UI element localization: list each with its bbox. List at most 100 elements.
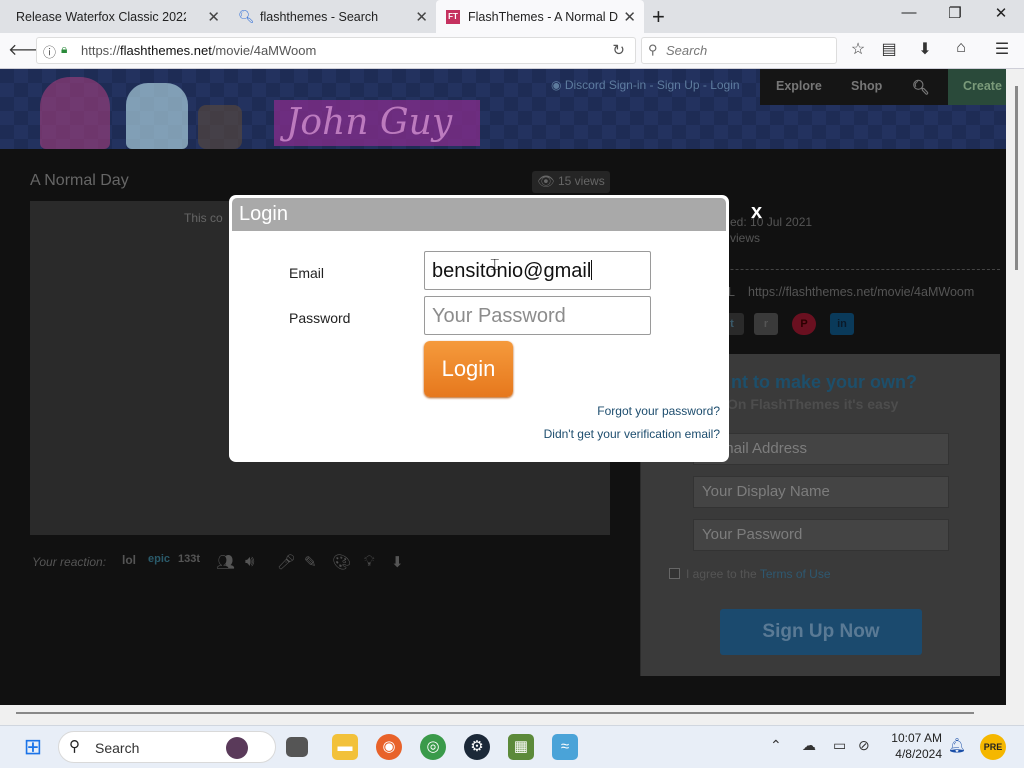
waterfox-icon[interactable]: ≈: [552, 734, 578, 760]
agree-text: I agree to the: [686, 567, 760, 581]
signup-subheading: On FlashThemes it's easy: [727, 396, 899, 412]
task-view-icon[interactable]: [286, 737, 308, 757]
agree-terms: I agree to the Terms of Use: [669, 567, 831, 581]
brush-icon[interactable]: ✎: [304, 553, 317, 571]
reaction-label: Your reaction:: [32, 555, 107, 569]
palette-icon[interactable]: 🎨︎: [332, 553, 351, 571]
new-tab-button[interactable]: +: [652, 4, 665, 30]
url-prefix: https://: [81, 43, 121, 58]
modal-close-button[interactable]: x: [751, 201, 762, 224]
close-icon[interactable]: ✕: [415, 8, 428, 26]
file-explorer-icon[interactable]: ▬: [332, 734, 358, 760]
close-icon[interactable]: ✕: [623, 8, 636, 26]
signup-email-field[interactable]: r Email Address: [693, 433, 949, 465]
signin-links[interactable]: ◉ Discord Sign-in - Sign Up - Login: [551, 78, 740, 92]
reddit-icon[interactable]: r: [754, 313, 778, 335]
reaction-leet[interactable]: 133t: [178, 553, 200, 565]
tab-flashthemes-search[interactable]: 🔍︎ flashthemes - Search ✕: [228, 0, 436, 33]
banner-title: John Guy: [274, 100, 480, 146]
reaction-epic[interactable]: epic: [148, 553, 170, 565]
horizontal-scroll-thumb[interactable]: [16, 712, 974, 714]
taskbar-clock[interactable]: 10:07 AM 4/8/2024: [882, 730, 942, 762]
password-label: Password: [289, 310, 351, 326]
back-arrow-icon[interactable]: 🡐: [8, 39, 51, 60]
url-text: https://flashthemes.net/movie/4aMWoom: [81, 43, 316, 58]
agree-checkbox[interactable]: [669, 568, 680, 579]
clock-time: 10:07 AM: [891, 731, 942, 745]
published-date: ed: 10 Jul 2021: [730, 215, 813, 229]
tab-flashthemes-movie[interactable]: FT FlashThemes - A Normal Da ✕: [436, 0, 644, 33]
speaker-icon[interactable]: 🔊︎: [245, 553, 254, 570]
tab-waterfox-release[interactable]: Release Waterfox Classic 2022.11 ✕: [6, 0, 228, 33]
password-field[interactable]: Your Password: [424, 296, 651, 335]
flashthemes-favicon-icon: FT: [446, 9, 460, 24]
close-icon[interactable]: ✕: [207, 8, 220, 26]
linkedin-icon[interactable]: in: [830, 313, 854, 335]
search-icon[interactable]: 🔍︎: [912, 79, 930, 96]
signup-display-name-field[interactable]: Your Display Name: [693, 476, 949, 508]
copilot-icon[interactable]: PRE: [980, 734, 1006, 760]
search-bar[interactable]: ⚲ Search: [641, 37, 837, 64]
email-field[interactable]: bensitonio@gmail: [424, 251, 651, 290]
lightbulb-icon[interactable]: 💡︎: [364, 553, 375, 570]
minecraft-icon[interactable]: ▦: [508, 734, 534, 760]
signup-password-field[interactable]: Your Password: [693, 519, 949, 551]
share-url[interactable]: https://flashthemes.net/movie/4aMWoom: [748, 285, 974, 299]
modal-header: Login: [232, 198, 726, 231]
tab-title: Release Waterfox Classic 2022.11: [16, 9, 186, 24]
text-cursor-icon: ⌶: [490, 257, 500, 274]
player-message: This co: [184, 211, 223, 225]
email-label: Email: [289, 265, 325, 281]
vertical-scroll-thumb[interactable]: [1015, 86, 1018, 270]
info-icon[interactable]: ⓘ: [43, 42, 56, 61]
bookmarks-menu-icon[interactable]: ▤: [877, 39, 901, 59]
download-icon[interactable]: ⬇: [913, 39, 937, 59]
search-icon: 🔍︎: [238, 8, 255, 24]
restore-icon[interactable]: ❐: [940, 4, 970, 22]
share-label: L: [728, 285, 735, 299]
signin-links-text: Discord Sign-in - Sign Up - Login: [564, 78, 740, 92]
create-button[interactable]: Create: [948, 69, 1006, 105]
navigation-bar: 🡐 ⓘ 🔒︎ https://flashthemes.net/movie/4aM…: [0, 33, 1024, 69]
lock-icon: 🔒︎: [61, 42, 68, 56]
windows-taskbar: ⊞ ⚲ Search ▬ ◉ ◎ ⚙ ▦ ≈ ⌃ ☁ ▭ ⊘ 10:07 AM …: [0, 725, 1024, 768]
forgot-password-link[interactable]: Forgot your password?: [597, 404, 720, 418]
firefox-icon[interactable]: ◉: [376, 734, 402, 760]
bookmark-star-icon[interactable]: ☆: [846, 39, 870, 59]
views-count: 15 views: [558, 174, 605, 188]
nav-explore[interactable]: Explore: [776, 79, 822, 93]
people-icon[interactable]: 👥︎: [216, 553, 235, 571]
verification-email-link[interactable]: Didn't get your verification email?: [544, 427, 720, 441]
banner-character-cat: [126, 83, 188, 149]
close-window-icon[interactable]: ✕: [986, 4, 1016, 22]
reaction-lol[interactable]: lol: [122, 553, 136, 567]
notification-bell-icon[interactable]: 🔔︎: [948, 737, 966, 754]
login-modal: Login Email bensitonio@gmail Password Yo…: [229, 195, 729, 462]
hamburger-menu-icon[interactable]: ☰: [990, 39, 1014, 59]
login-button[interactable]: Login: [424, 341, 513, 397]
taskbar-search[interactable]: ⚲ Search: [58, 731, 276, 763]
tray-chevron-icon[interactable]: ⌃: [770, 737, 782, 754]
nav-shop[interactable]: Shop: [851, 79, 882, 93]
create-label: Create: [963, 79, 1002, 93]
home-icon[interactable]: ⌂: [949, 39, 973, 57]
volume-muted-icon[interactable]: ⊘: [858, 737, 870, 754]
terms-link[interactable]: Terms of Use: [760, 567, 831, 581]
stamp-icon[interactable]: ⬇: [391, 553, 404, 571]
eye-icon: 👁︎: [537, 173, 555, 189]
chrome-icon[interactable]: ◎: [420, 734, 446, 760]
views-side: views: [730, 231, 761, 245]
steam-icon[interactable]: ⚙: [464, 734, 490, 760]
banner-character-small: [198, 105, 242, 149]
horizontal-scrollbar[interactable]: [0, 705, 1024, 725]
url-bar[interactable]: ⓘ 🔒︎ https://flashthemes.net/movie/4aMWo…: [36, 37, 636, 64]
network-icon[interactable]: ☁: [802, 737, 816, 754]
microphone-icon[interactable]: 🎤︎: [277, 553, 296, 571]
signup-button[interactable]: Sign Up Now: [720, 609, 922, 655]
minimize-icon[interactable]: —: [894, 4, 924, 21]
windows-start-icon[interactable]: ⊞: [20, 734, 46, 760]
pinterest-icon[interactable]: P: [792, 313, 816, 335]
reload-icon[interactable]: ↻: [612, 41, 625, 59]
monitor-icon[interactable]: ▭: [833, 737, 846, 754]
search-placeholder: Search: [666, 43, 708, 58]
